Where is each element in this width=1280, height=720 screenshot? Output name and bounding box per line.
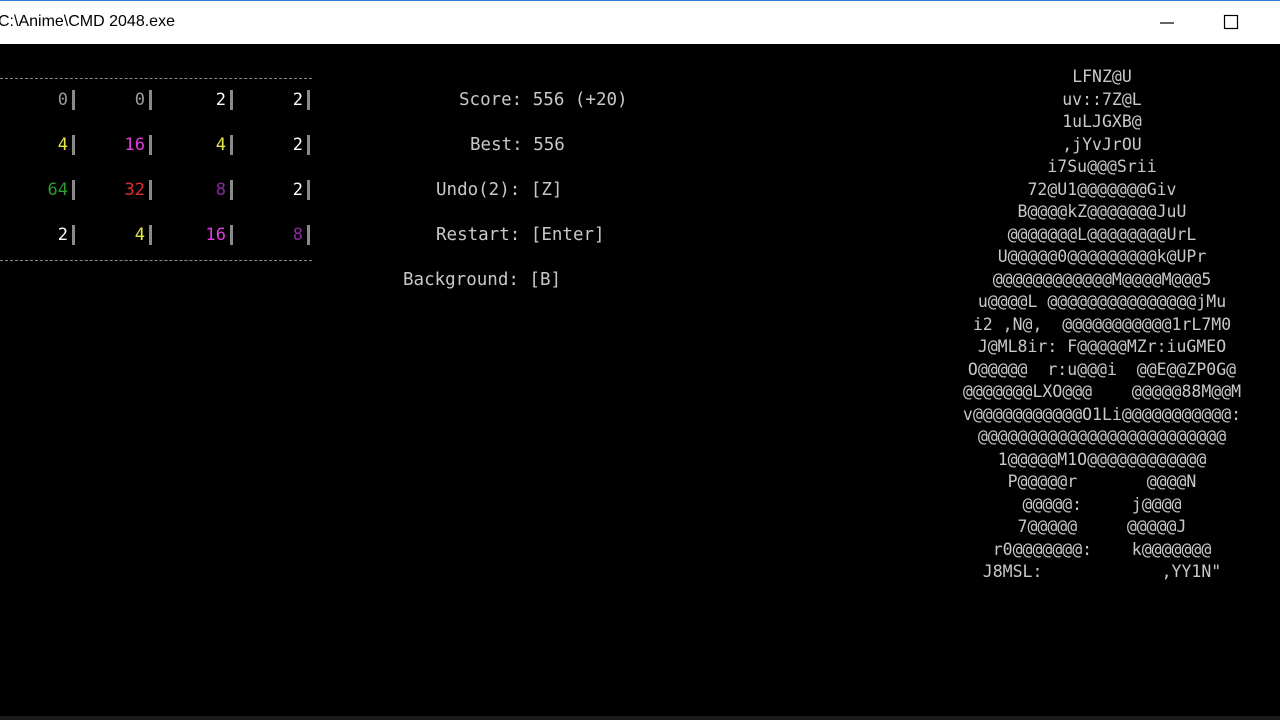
ascii-art-line: i2 ,N@, @@@@@@@@@@@1rL7M0 — [972, 314, 1232, 334]
tile: 2 — [292, 180, 303, 200]
window-title: C:\Anime\CMD 2048.exe — [0, 13, 175, 30]
tile: 8 — [215, 180, 226, 200]
ascii-art-line: v@@@@@@@@@@@O1Li@@@@@@@@@@@: — [962, 404, 1242, 424]
title-bar[interactable]: C:\Anime\CMD 2048.exe — [0, 0, 1280, 44]
ascii-art-line: U@@@@@0@@@@@@@@@k@UPr — [997, 247, 1207, 266]
ascii-art-line: 72@U1@@@@@@@Giv — [1027, 179, 1177, 199]
minimize-button[interactable] — [1144, 1, 1190, 44]
tile: 4 — [134, 225, 145, 245]
ascii-art-line: i7Su@@@Srii — [1047, 157, 1157, 176]
background-text: Background: [B] — [403, 270, 562, 290]
maximize-button[interactable] — [1208, 1, 1254, 44]
tile: 64 — [47, 180, 68, 200]
board-bottom-border — [0, 260, 312, 261]
ascii-art-line: u@@@@L @@@@@@@@@@@@@@@jMu — [977, 292, 1227, 311]
tile: 4 — [215, 135, 226, 155]
ascii-art-line: @@@@@@@@@@@@M@@@@M@@@5 — [992, 269, 1212, 289]
ascii-art-line: @@@@@: j@@@@ — [1022, 494, 1182, 514]
tile-separator — [307, 180, 310, 200]
tile: 0 — [57, 90, 68, 110]
ascii-art-line: 1uLJGXB@ — [1062, 112, 1142, 131]
console-area[interactable]: 0 0 2 2 4 16 4 2 64 32 8 2 2 4 16 8 Score: 556 (+20) Be… — [0, 44, 1280, 720]
board-top-border — [0, 78, 312, 79]
tile: 2 — [57, 225, 68, 245]
ascii-art-line: r0@@@@@@@: k@@@@@@@ — [992, 539, 1212, 559]
tile: 16 — [205, 225, 226, 245]
restart-text: Restart: [Enter] — [436, 225, 605, 245]
tile: 8 — [292, 225, 303, 245]
ascii-art-line: J@ML8ir: F@@@@@MZr:iuGMEO — [977, 337, 1227, 356]
tile: 0 — [134, 90, 145, 110]
tile: 2 — [292, 90, 303, 110]
minimize-icon — [1160, 22, 1174, 24]
tile: 2 — [292, 135, 303, 155]
ascii-art-line: @@@@@@@LXO@@@ @@@@@88M@@M — [962, 382, 1242, 401]
ascii-art-line: @@@@@@@@@@@@@@@@@@@@@@@@@ — [977, 427, 1227, 446]
ascii-art-line: O@@@@@ r:u@@@i @@E@@ZP0G@ — [967, 359, 1237, 379]
ascii-art-line: @@@@@@@L@@@@@@@@UrL — [1007, 224, 1197, 244]
best-text: Best: 556 — [470, 135, 565, 155]
tile: 32 — [124, 180, 145, 200]
ascii-art-line: ,jYvJrOU — [1062, 134, 1142, 154]
tile-separator — [307, 90, 310, 110]
undo-text: Undo(2): [Z] — [436, 180, 563, 200]
tile-separator — [307, 225, 310, 245]
ascii-art-line: B@@@@kZ@@@@@@@JuU — [1017, 202, 1187, 221]
maximize-icon — [1223, 14, 1239, 30]
ascii-art-line: uv::7Z@L — [1062, 89, 1142, 109]
console-bottom-edge — [0, 716, 1280, 720]
ascii-art-line: J8MSL: ,YY1N" — [982, 562, 1222, 581]
tile-separator — [307, 135, 310, 155]
ascii-art-line: LFNZ@U — [1072, 67, 1132, 86]
ascii-art-line: 1@@@@@M1O@@@@@@@@@@@@ — [997, 449, 1207, 469]
tile: 4 — [57, 135, 68, 155]
ascii-art-line: P@@@@@r @@@@N — [1007, 472, 1197, 491]
score-text: Score: 556 (+20) — [459, 90, 628, 110]
tile: 2 — [215, 90, 226, 110]
tile: 16 — [124, 135, 145, 155]
ascii-art-line: 7@@@@@ @@@@@J — [1017, 517, 1187, 536]
